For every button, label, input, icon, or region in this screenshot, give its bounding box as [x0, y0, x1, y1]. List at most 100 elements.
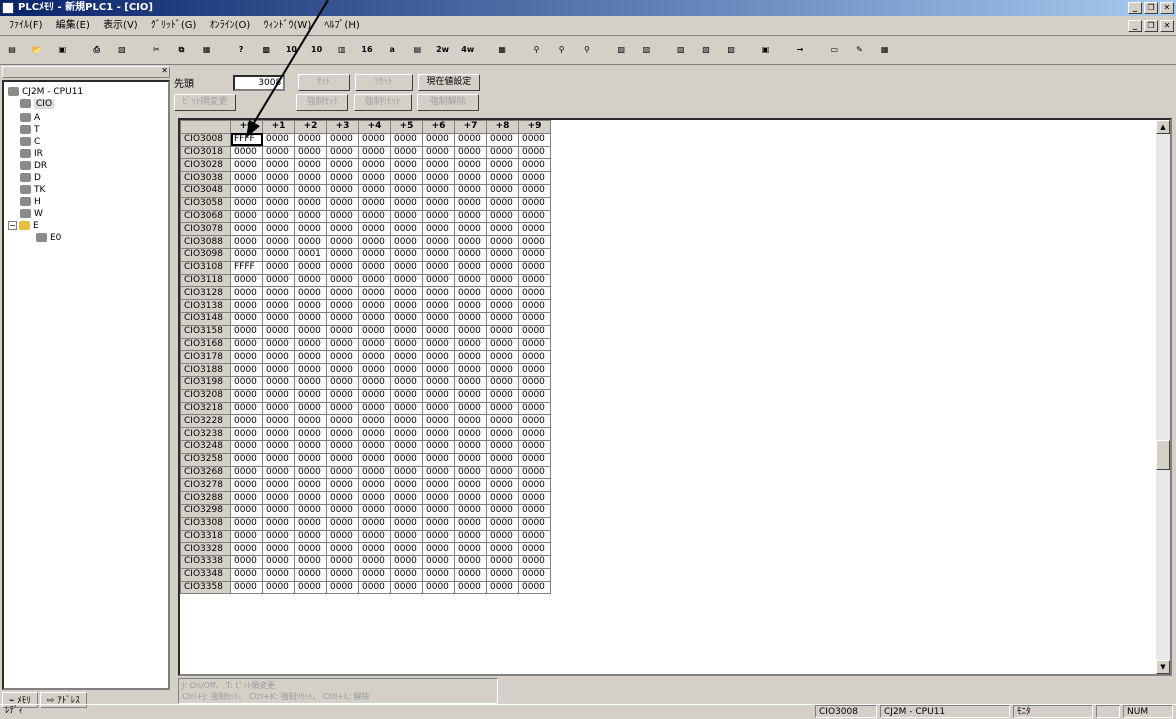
value-cell[interactable]: 0000	[454, 235, 487, 249]
value-cell[interactable]: 0000	[326, 209, 359, 224]
clear-icon[interactable]: →	[790, 40, 810, 60]
value-cell[interactable]: 0000	[454, 158, 487, 173]
value-cell[interactable]: 0000	[518, 260, 551, 275]
panel-grip[interactable]: ✕	[2, 66, 170, 78]
print-icon[interactable]: ⎙	[87, 40, 107, 60]
value-cell[interactable]: 0000	[358, 350, 391, 365]
value-cell[interactable]: 0000	[294, 273, 327, 288]
value-cell[interactable]: 0000	[486, 555, 519, 569]
value-cell[interactable]: 0000	[390, 375, 423, 390]
value-cell[interactable]: 0000	[486, 478, 519, 493]
value-cell[interactable]: 0000	[422, 375, 455, 390]
value-cell[interactable]: 0000	[262, 465, 295, 480]
value-cell[interactable]: 0000	[454, 350, 487, 365]
value-cell[interactable]: 0000	[326, 337, 359, 352]
menu-edit[interactable]: 編集(E)	[51, 16, 95, 36]
value-cell[interactable]: 0000	[518, 196, 551, 211]
paste-icon[interactable]: ▦	[197, 40, 217, 60]
value-cell[interactable]: 0000	[230, 375, 263, 390]
value-cell[interactable]: 0000	[358, 375, 391, 390]
value-cell[interactable]: 0000	[454, 439, 487, 454]
value-cell[interactable]: 0000	[422, 478, 455, 493]
value-cell[interactable]: 0000	[422, 350, 455, 365]
value-cell[interactable]: 0000	[230, 311, 263, 326]
value-cell[interactable]: 0000	[358, 235, 391, 249]
value-cell[interactable]: 0000	[262, 516, 295, 531]
value-cell[interactable]: 0000	[262, 209, 295, 224]
value-cell[interactable]: 0000	[390, 567, 423, 582]
value-cell[interactable]: 0000	[262, 350, 295, 365]
value-cell[interactable]: 0000	[358, 363, 391, 377]
value-cell[interactable]: 0000	[486, 132, 519, 147]
value-cell[interactable]: 0000	[230, 209, 263, 224]
menu-file[interactable]: ﾌｧｲﾙ(F)	[4, 16, 48, 36]
menu-online[interactable]: ｵﾝﾗｲﾝ(O)	[205, 16, 256, 36]
value-cell[interactable]: 0000	[358, 171, 391, 185]
value-cell[interactable]: 0000	[230, 337, 263, 352]
value-cell[interactable]: 0000	[262, 183, 295, 198]
value-cell[interactable]: 0000	[262, 414, 295, 429]
value-cell[interactable]: 0000	[390, 222, 423, 237]
value-cell[interactable]: 0000	[518, 337, 551, 352]
column-header[interactable]: +5	[390, 120, 423, 134]
value-cell[interactable]: 0000	[358, 491, 391, 505]
value-cell[interactable]: 0000	[422, 427, 455, 441]
value-cell[interactable]: 0000	[454, 337, 487, 352]
value-cell[interactable]: 0000	[486, 158, 519, 173]
value-cell[interactable]: 0000	[294, 145, 327, 160]
value-cell[interactable]: 0000	[326, 414, 359, 429]
edit-icon[interactable]: ✎	[850, 40, 870, 60]
value-cell[interactable]: 0000	[486, 337, 519, 352]
value-cell[interactable]: 0000	[518, 311, 551, 326]
value-cell[interactable]: 0000	[230, 388, 263, 403]
value-cell[interactable]: 0000	[326, 158, 359, 173]
value-cell[interactable]: 0000	[358, 222, 391, 237]
value-cell[interactable]: 0000	[230, 171, 263, 185]
child-minimize-button[interactable]: _	[1128, 20, 1142, 32]
ascii-icon[interactable]: a	[382, 40, 402, 60]
value-cell[interactable]: 0000	[390, 580, 423, 595]
value-cell[interactable]: 0000	[486, 196, 519, 211]
verify-icon[interactable]: ▧	[721, 40, 741, 60]
column-header[interactable]: +9	[518, 120, 551, 134]
tree-item-w[interactable]: W	[6, 208, 166, 220]
value-cell[interactable]: 0001	[294, 247, 327, 262]
value-cell[interactable]: 0000	[294, 414, 327, 429]
value-cell[interactable]: 0000	[230, 529, 263, 544]
value-cell[interactable]: 0000	[294, 427, 327, 441]
value-cell[interactable]: 0000	[518, 286, 551, 301]
value-cell[interactable]: 0000	[358, 158, 391, 173]
value-cell[interactable]: 0000	[422, 299, 455, 313]
value-cell[interactable]: 0000	[326, 491, 359, 505]
value-cell[interactable]: 0000	[422, 132, 455, 147]
value-cell[interactable]: 0000	[230, 555, 263, 569]
value-cell[interactable]: 0000	[294, 439, 327, 454]
start-address-input[interactable]: 3008	[233, 74, 286, 91]
value-cell[interactable]: 0000	[262, 388, 295, 403]
value-cell[interactable]: 0000	[454, 286, 487, 301]
value-cell[interactable]: 0000	[326, 196, 359, 211]
value-cell[interactable]: 0000	[230, 196, 263, 211]
value-cell[interactable]: 0000	[294, 363, 327, 377]
help-icon[interactable]: ?	[231, 40, 251, 60]
value-cell[interactable]: 0000	[390, 529, 423, 544]
value-cell[interactable]: 0000	[294, 516, 327, 531]
value-cell[interactable]: 0000	[326, 478, 359, 493]
value-cell[interactable]: 0000	[518, 350, 551, 365]
close-button[interactable]: ✕	[1160, 2, 1174, 14]
value-cell[interactable]: 0000	[294, 260, 327, 275]
value-cell[interactable]: 0000	[358, 452, 391, 467]
value-cell[interactable]: 0000	[230, 516, 263, 531]
value-cell[interactable]: 0000	[358, 516, 391, 531]
value-cell[interactable]: 0000	[422, 465, 455, 480]
value-cell[interactable]: 0000	[230, 222, 263, 237]
value-cell[interactable]: 0000	[230, 580, 263, 595]
value-cell[interactable]: 0000	[326, 247, 359, 262]
value-cell[interactable]: 0000	[518, 567, 551, 582]
value-cell[interactable]: 0000	[326, 567, 359, 582]
tree-item-e0[interactable]: E0	[6, 232, 166, 244]
value-cell[interactable]: 0000	[518, 478, 551, 493]
value-cell[interactable]: 0000	[486, 171, 519, 185]
value-cell[interactable]: 0000	[262, 363, 295, 377]
value-cell[interactable]: 0000	[358, 311, 391, 326]
